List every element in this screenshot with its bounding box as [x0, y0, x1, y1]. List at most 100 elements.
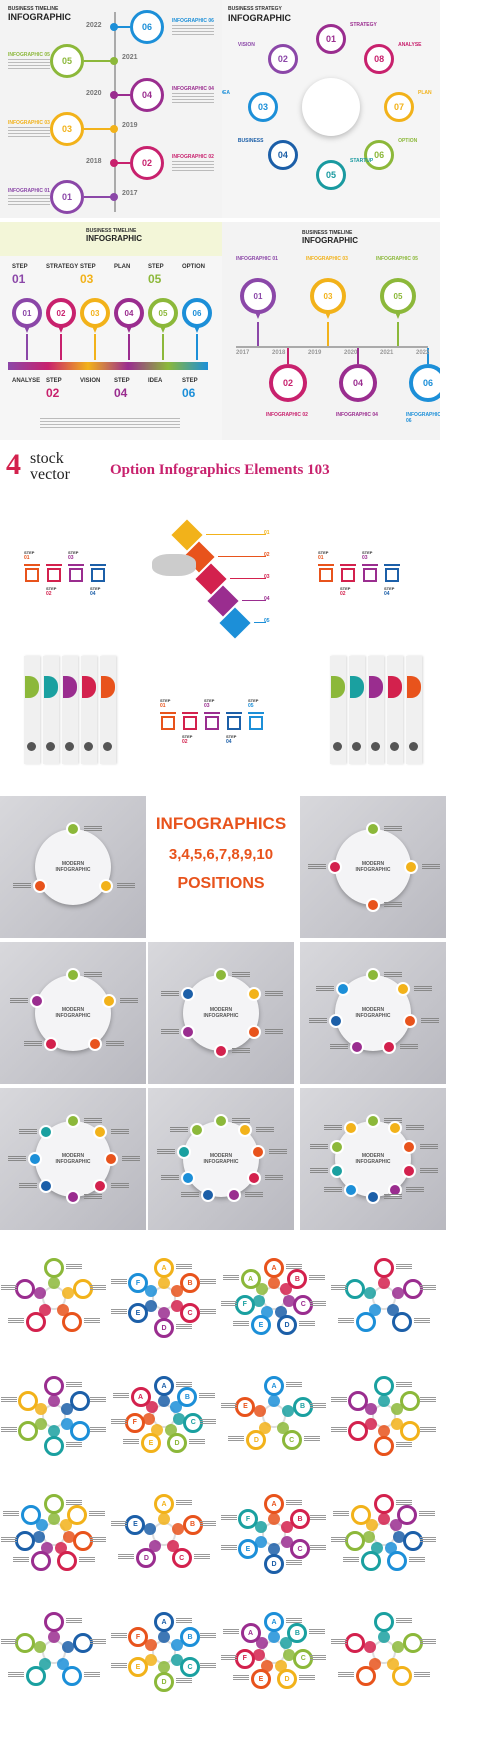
modern-option-text [384, 826, 402, 831]
timeline2-bottom-label: INFOGRAPHIC 06 [406, 412, 440, 424]
colorful-petal [268, 1513, 280, 1525]
modern-option-text [110, 1182, 129, 1188]
colorful-node: C [179, 1657, 200, 1677]
colorful-node-text [420, 1536, 436, 1543]
steps-bottom-number: 04 [114, 386, 128, 400]
promo-block: INFOGRAPHICS 3,4,5,6,7,8,9,10 POSITIONS [148, 796, 294, 934]
vertical-tab-right-tab-icon [371, 742, 380, 751]
steps-pin: 01 [12, 298, 42, 333]
colorful-petal [143, 1523, 156, 1536]
timeline1-connector [116, 26, 130, 28]
modern-infographic-card: MODERN INFOGRAPHIC [0, 1088, 146, 1230]
colorful-petal [158, 1631, 170, 1643]
steps-title-line2: INFOGRAPHIC [86, 234, 142, 243]
steps-bottom-number: 06 [182, 386, 196, 400]
modern-option-dot [246, 1025, 261, 1039]
steps-top-word: PLAN [114, 264, 131, 270]
colorful-node-text [221, 1545, 237, 1551]
colorful-petal [158, 1277, 170, 1289]
timeline1-node [110, 125, 118, 133]
steps-pin-stem [26, 334, 28, 360]
diagonal-option-line [218, 556, 266, 557]
steps-top-word: OPTION [182, 264, 206, 270]
colorful-infographic [0, 1358, 108, 1474]
promo-line1: INFOGRAPHICS [155, 814, 287, 833]
option-row-b-bar [340, 564, 356, 566]
diagonal-option-line [230, 578, 266, 579]
timeline2-top-pin: 01 [240, 278, 276, 319]
option-row-b-step-number: 02 [340, 591, 346, 597]
colorful-node-text [396, 1264, 412, 1270]
modern-option-dot [92, 1178, 107, 1193]
option-row-c-square [205, 716, 219, 730]
modern-option-text [420, 1144, 439, 1150]
colorful-node [350, 1505, 371, 1526]
modern-option-text [232, 1048, 250, 1053]
strategy-item-label: ANALYSE [398, 41, 422, 48]
colorful-node-text [310, 1515, 326, 1521]
colorful-node-text [232, 1321, 249, 1328]
colorful-node: B [179, 1627, 200, 1647]
colorful-node [20, 1505, 41, 1526]
timeline1-desc [172, 93, 214, 103]
strategy-item-label: PLAN [418, 90, 432, 96]
colorful-petal [378, 1631, 390, 1643]
steps-footer-text [40, 418, 180, 428]
option-row-c-square [227, 716, 241, 730]
vertical-tab-left-tab-icon [65, 742, 74, 751]
colorful-node-text [200, 1309, 216, 1315]
modern-infographic-card: MODERN INFOGRAPHIC [300, 942, 446, 1084]
modern-option-dot [43, 1036, 58, 1051]
colorful-node-text [1, 1284, 17, 1291]
steps-bottom-word: IDEA [148, 378, 163, 384]
modern-option-text [421, 1018, 440, 1024]
colorful-node-text [90, 1427, 106, 1433]
option-row-a-square [47, 568, 61, 582]
modern-option-dot [201, 1187, 215, 1202]
option-row-c-step-number: 05 [248, 703, 254, 709]
modern-option-dot [366, 1190, 380, 1204]
modern-option-dot [66, 968, 80, 982]
steps-pin: 05 [148, 298, 178, 333]
colorful-node-text [420, 1397, 436, 1403]
timeline2-bottom-pin: 02 [269, 364, 307, 402]
colorful-node-text [90, 1284, 106, 1291]
colorful-node [356, 1312, 377, 1333]
strategy-item-circle: 04 [267, 140, 298, 171]
timeline-title-line2: INFOGRAPHIC [8, 12, 71, 22]
modern-label-line2: INFOGRAPHIC [355, 1159, 391, 1165]
colorful-node [14, 1530, 35, 1551]
colorful-node [360, 1551, 381, 1572]
steps-pin-stem [94, 334, 96, 360]
colorful-node-text [338, 1318, 355, 1325]
colorful-node [15, 1278, 36, 1299]
colorful-petal [378, 1513, 390, 1525]
modern-option-text [406, 1125, 425, 1131]
colorful-node-text [111, 1418, 127, 1425]
timeline2-year: 2021 [380, 350, 394, 356]
colorful-node: A [264, 1258, 284, 1278]
colorful-node-text [332, 1511, 349, 1518]
steps-pin: 04 [114, 298, 144, 333]
modern-option-text [264, 1029, 283, 1034]
colorful-node-text [66, 1264, 82, 1270]
colorful-node-text [413, 1318, 430, 1325]
colorful-infographic [330, 1358, 438, 1474]
modern-option-text [13, 883, 32, 888]
colorful-node [44, 1376, 64, 1396]
timeline2-top-stem [397, 322, 399, 346]
colorful-node [348, 1421, 369, 1441]
colorful-node: E [250, 1669, 271, 1690]
colorful-petal [378, 1395, 390, 1407]
colorful-node [26, 1312, 47, 1333]
colorful-node [391, 1312, 412, 1333]
colorful-node: E [128, 1657, 149, 1677]
option-row-a-step-number: 04 [90, 591, 96, 597]
timeline1-node [110, 91, 118, 99]
modern-option-text [84, 972, 102, 977]
modern-option-text [232, 972, 250, 977]
colorful-petal [268, 1277, 280, 1289]
timeline1-year: 2019 [122, 122, 138, 129]
colorful-node-text [89, 1511, 106, 1518]
timeline2-top-label: INFOGRAPHIC 03 [306, 256, 348, 262]
